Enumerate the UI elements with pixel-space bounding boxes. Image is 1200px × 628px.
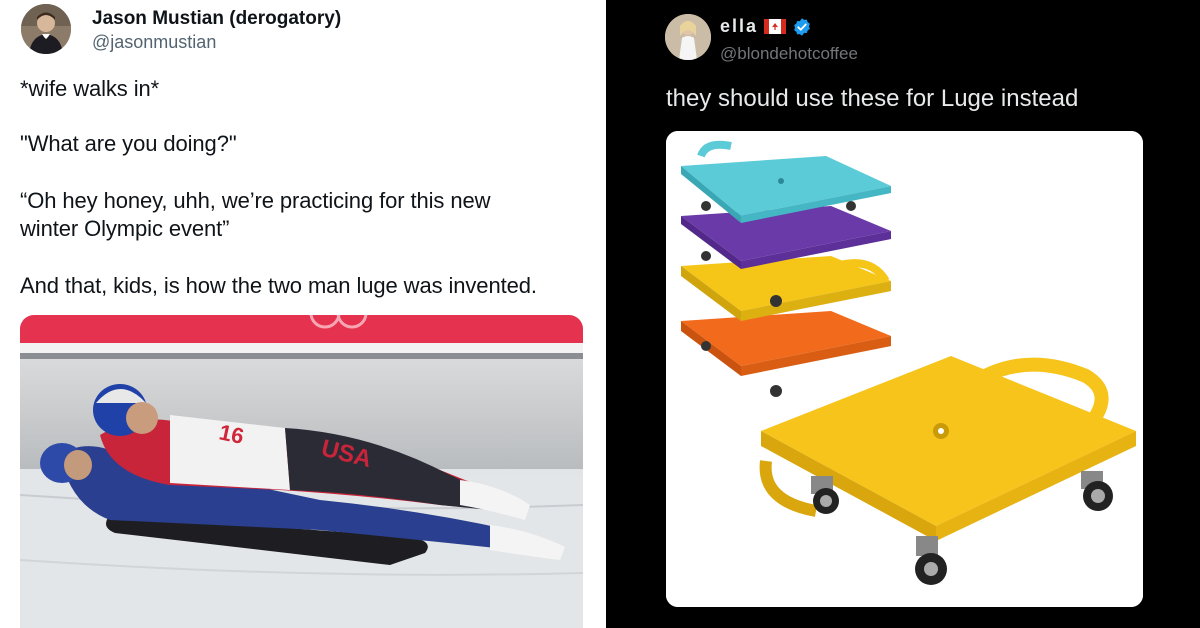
bib-number: 16 xyxy=(217,419,246,449)
tweet-text-line: winter Olympic event” xyxy=(20,216,230,241)
luge-photo-illustration: 16 USA xyxy=(20,315,583,628)
avatar-photo xyxy=(21,4,71,54)
verified-badge-icon xyxy=(794,17,810,36)
author-handle[interactable]: @jasonmustian xyxy=(92,32,216,53)
tweet-text-line: "What are you doing?" xyxy=(20,131,237,156)
avatar[interactable] xyxy=(21,4,71,54)
tweet-text-line: And that, kids, is how the two man luge … xyxy=(20,273,537,298)
tweet-text: they should use these for Luge instead xyxy=(666,85,1079,112)
scooter-boards-photo[interactable] xyxy=(666,131,1143,607)
canada-flag-icon xyxy=(764,19,787,34)
avatar-photo xyxy=(665,14,711,60)
tweet-text-line: “Oh hey honey, uhh, we’re practicing for… xyxy=(20,188,491,213)
author-name[interactable]: ella xyxy=(720,16,758,37)
left-tweet: Jason Mustian (derogatory) @jasonmustian… xyxy=(0,0,600,628)
scooter-boards-illustration xyxy=(666,131,1143,607)
author-name[interactable]: Jason Mustian (derogatory) xyxy=(92,8,341,30)
author-name-row[interactable]: ella xyxy=(720,16,812,37)
luge-photo[interactable]: 16 USA xyxy=(20,315,583,628)
tweet-text-line: *wife walks in* xyxy=(20,76,160,101)
author-handle[interactable]: @blondehotcoffee xyxy=(720,44,858,64)
right-tweet: ella @blondehotcoffee they should use th… xyxy=(606,0,1200,628)
avatar[interactable] xyxy=(665,14,711,60)
